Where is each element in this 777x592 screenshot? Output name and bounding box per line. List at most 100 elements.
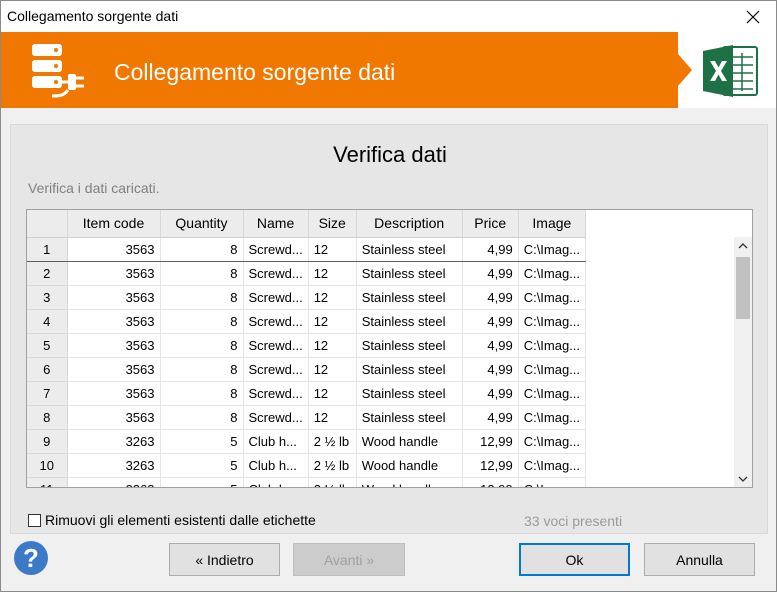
table-cell[interactable]: C:\Imag... — [518, 309, 587, 334]
row-number-cell[interactable]: 7 — [27, 381, 68, 406]
table-row[interactable]: 10 3263 5 Club h... 2 ½ lb Wood handle 12,99 C:… — [27, 453, 587, 478]
table-row[interactable]: 8 3563 8 Screwd... 12 Stainless steel 4,99 C:\I… — [27, 405, 587, 430]
column-header[interactable]: Description — [356, 210, 463, 238]
next-button[interactable]: Avanti » — [293, 543, 405, 576]
column-header[interactable]: Price — [462, 210, 519, 238]
table-cell[interactable]: Stainless steel — [356, 285, 463, 310]
table-cell[interactable]: Club h... — [243, 453, 309, 478]
table-cell[interactable]: 2 ½ lb — [308, 429, 357, 454]
ok-button[interactable]: Ok — [519, 543, 630, 576]
table-cell[interactable]: 12,99 — [462, 453, 519, 478]
table-cell[interactable]: C:\Imag... — [518, 477, 587, 487]
table-cell[interactable]: Wood handle — [356, 477, 463, 487]
scroll-thumb[interactable] — [736, 257, 750, 319]
table-row[interactable]: 5 3563 8 Screwd... 12 Stainless steel 4,99 C:\I… — [27, 333, 587, 358]
table-row[interactable]: 9 3263 5 Club h... 2 ½ lb Wood handle 12,99 C:\… — [27, 429, 587, 454]
checkbox-box[interactable] — [28, 513, 41, 527]
column-header[interactable]: Image — [518, 210, 587, 238]
table-cell[interactable]: 12 — [308, 381, 357, 406]
row-number-cell[interactable]: 1 — [27, 236, 68, 262]
table-cell[interactable]: C:\Imag... — [518, 429, 587, 454]
table-cell[interactable]: 8 — [160, 309, 244, 334]
table-cell[interactable]: 5 — [160, 453, 244, 478]
table-cell[interactable]: Screwd... — [243, 381, 309, 406]
row-number-cell[interactable]: 3 — [27, 285, 68, 310]
table-cell[interactable]: Stainless steel — [356, 381, 463, 406]
row-number-cell[interactable]: 11 — [27, 477, 68, 487]
table-cell[interactable]: Screwd... — [243, 285, 309, 310]
table-cell[interactable]: 3563 — [67, 261, 161, 286]
table-cell[interactable]: Screwd... — [243, 333, 309, 358]
table-cell[interactable]: 4,99 — [462, 357, 519, 382]
table-cell[interactable]: 12,99 — [462, 429, 519, 454]
table-cell[interactable]: 8 — [160, 333, 244, 358]
table-cell[interactable]: 3563 — [67, 357, 161, 382]
column-header[interactable]: Item code — [67, 210, 161, 238]
table-cell[interactable]: 4,99 — [462, 381, 519, 406]
table-cell[interactable]: 8 — [160, 405, 244, 430]
table-cell[interactable]: 4,99 — [462, 405, 519, 430]
table-cell[interactable]: Stainless steel — [356, 261, 463, 286]
table-row[interactable]: 1132635Club h...2 ½ lbWood handle12,99C:… — [27, 477, 587, 487]
table-cell[interactable]: 5 — [160, 429, 244, 454]
scroll-up-button[interactable] — [734, 237, 752, 254]
vertical-scrollbar[interactable] — [734, 237, 752, 487]
table-cell[interactable]: 4,99 — [462, 261, 519, 286]
table-cell[interactable]: Stainless steel — [356, 236, 463, 262]
table-cell[interactable]: 8 — [160, 236, 244, 262]
table-cell[interactable]: C:\Imag... — [518, 453, 587, 478]
help-icon[interactable]: ? — [13, 540, 49, 576]
table-cell[interactable]: Stainless steel — [356, 405, 463, 430]
table-cell[interactable]: 2 ½ lb — [308, 477, 357, 487]
table-row[interactable]: 6 3563 8 Screwd... 12 Stainless steel 4,99 C:\I… — [27, 357, 587, 382]
row-number-header[interactable] — [27, 210, 68, 238]
table-cell[interactable]: 4,99 — [462, 309, 519, 334]
table-row[interactable]: 4 3563 8 Screwd... 12 Stainless steel 4,99 C:\I… — [27, 309, 587, 334]
table-cell[interactable]: 8 — [160, 285, 244, 310]
table-cell[interactable]: C:\Imag... — [518, 381, 587, 406]
column-header[interactable]: Name — [243, 210, 309, 238]
remove-existing-checkbox[interactable]: Rimuovi gli elementi esistenti dalle eti… — [28, 512, 316, 528]
table-row[interactable]: 3 3563 8 Screwd... 12 Stainless steel 4,99 C:\I… — [27, 285, 587, 310]
table-cell[interactable]: 3563 — [67, 405, 161, 430]
table-cell[interactable]: Screwd... — [243, 357, 309, 382]
table-cell[interactable]: Screwd... — [243, 405, 309, 430]
row-number-cell[interactable]: 10 — [27, 453, 68, 478]
table-cell[interactable]: Club h... — [243, 429, 309, 454]
back-button[interactable]: « Indietro — [169, 543, 280, 576]
table-cell[interactable]: 12 — [308, 236, 357, 262]
data-grid[interactable]: Item code Quantity Name Size Description Pric… — [26, 209, 753, 488]
table-cell[interactable]: 3263 — [67, 429, 161, 454]
table-cell[interactable]: 12 — [308, 309, 357, 334]
table-cell[interactable]: C:\Imag... — [518, 333, 587, 358]
column-header[interactable]: Quantity — [160, 210, 244, 238]
table-cell[interactable]: 12 — [308, 261, 357, 286]
cancel-button[interactable]: Annulla — [644, 543, 755, 576]
table-cell[interactable]: 3263 — [67, 453, 161, 478]
table-cell[interactable]: C:\Imag... — [518, 285, 587, 310]
table-cell[interactable]: 4,99 — [462, 236, 519, 262]
table-cell[interactable]: Wood handle — [356, 429, 463, 454]
table-cell[interactable]: 3563 — [67, 309, 161, 334]
row-number-cell[interactable]: 5 — [27, 333, 68, 358]
row-number-cell[interactable]: 2 — [27, 261, 68, 286]
table-cell[interactable]: Screwd... — [243, 236, 309, 262]
table-cell[interactable]: 12 — [308, 333, 357, 358]
table-row[interactable]: 2 3563 8 Screwd... 12 Stainless steel 4,99 C:\I… — [27, 261, 587, 286]
table-cell[interactable]: C:\Imag... — [518, 261, 587, 286]
table-cell[interactable]: Stainless steel — [356, 309, 463, 334]
table-cell[interactable]: 12 — [308, 405, 357, 430]
table-cell[interactable]: 2 ½ lb — [308, 453, 357, 478]
table-cell[interactable]: Stainless steel — [356, 357, 463, 382]
table-row[interactable]: 1 3563 8 Screwd... 12 Stainless steel 4,99 C:\I… — [27, 236, 587, 262]
row-number-cell[interactable]: 8 — [27, 405, 68, 430]
table-cell[interactable]: 3563 — [67, 285, 161, 310]
table-cell[interactable]: C:\Imag... — [518, 357, 587, 382]
table-cell[interactable]: 3563 — [67, 236, 161, 262]
table-cell[interactable]: 5 — [160, 477, 244, 487]
close-button[interactable] — [730, 1, 776, 32]
table-cell[interactable]: 4,99 — [462, 333, 519, 358]
row-number-cell[interactable]: 4 — [27, 309, 68, 334]
table-row[interactable]: 7 3563 8 Screwd... 12 Stainless steel 4,99 C:\I… — [27, 381, 587, 406]
table-cell[interactable]: 12,99 — [462, 477, 519, 487]
